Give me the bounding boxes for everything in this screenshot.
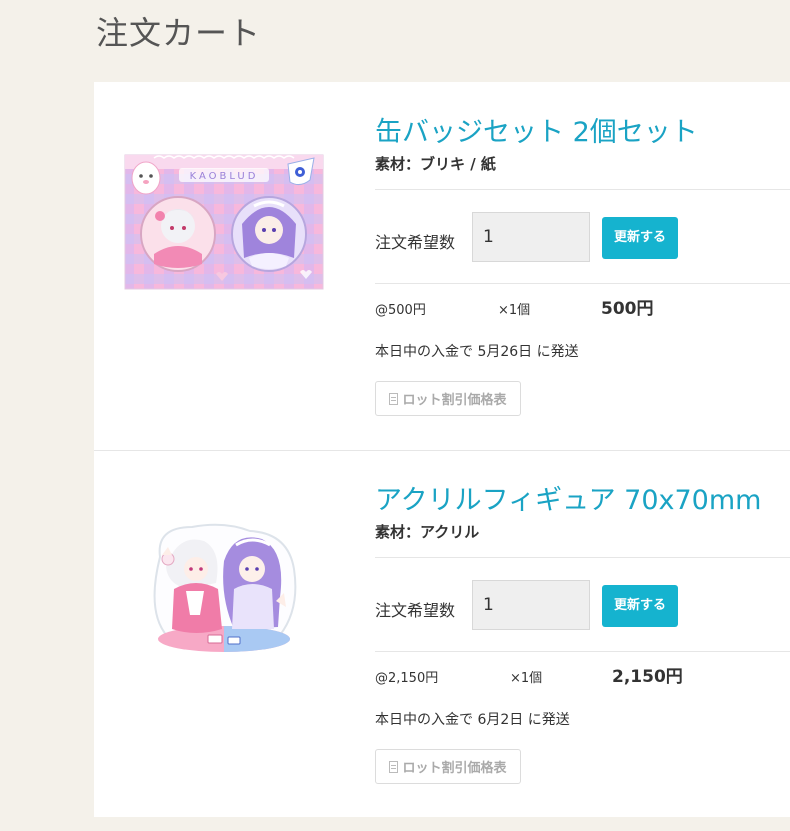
divider — [375, 557, 790, 558]
quantity-multiplier: ×1個 — [510, 671, 543, 686]
divider — [375, 651, 790, 652]
document-icon — [389, 760, 399, 773]
cart-item: KAOBLUD 缶バッジセット 2個セット 素材：ブリキ / 紙 注文希望数 1… — [94, 82, 790, 450]
update-button[interactable]: 更新する — [602, 585, 678, 627]
lot-discount-label: ロット割引価格表 — [402, 393, 507, 408]
unit-price: @500円 — [375, 303, 426, 318]
qty-label: 注文希望数 — [375, 233, 456, 252]
item-material: 素材：ブリキ / 紙 — [375, 155, 496, 173]
subtotal: 2,150円 — [612, 667, 683, 687]
unit-price: @2,150円 — [375, 671, 439, 686]
document-icon — [389, 392, 399, 405]
acrylic-figure-image[interactable] — [138, 517, 310, 657]
badge-set-image[interactable]: KAOBLUD — [124, 154, 324, 290]
update-button[interactable]: 更新する — [602, 217, 678, 259]
qty-label: 注文希望数 — [375, 601, 456, 620]
divider — [375, 189, 790, 190]
shipping-info: 本日中の入金で 5月26日 に発送 — [375, 344, 579, 360]
quantity-multiplier: ×1個 — [498, 303, 531, 318]
lot-discount-table-button[interactable]: ロット割引価格表 — [375, 381, 521, 416]
item-material: 素材：アクリル — [375, 523, 480, 541]
shipping-info: 本日中の入金で 6月2日 に発送 — [375, 712, 570, 728]
subtotal: 500円 — [601, 299, 654, 319]
item-title[interactable]: 缶バッジセット 2個セット — [375, 110, 698, 149]
item-title[interactable]: アクリルフィギュア 70x70mm — [375, 478, 761, 517]
cart-card: KAOBLUD 缶バッジセット 2個セット 素材：ブリキ / 紙 注文希望数 1… — [94, 82, 790, 817]
quantity-input[interactable]: 1 — [472, 212, 590, 262]
divider — [375, 283, 790, 284]
lot-discount-table-button[interactable]: ロット割引価格表 — [375, 749, 521, 784]
svg-text:KAOBLUD: KAOBLUD — [190, 171, 259, 182]
cart-item: アクリルフィギュア 70x70mm 素材：アクリル 注文希望数 1 更新する @… — [94, 451, 790, 817]
quantity-input[interactable]: 1 — [472, 580, 590, 630]
page-title: 注文カート — [96, 14, 262, 52]
lot-discount-label: ロット割引価格表 — [402, 761, 507, 776]
